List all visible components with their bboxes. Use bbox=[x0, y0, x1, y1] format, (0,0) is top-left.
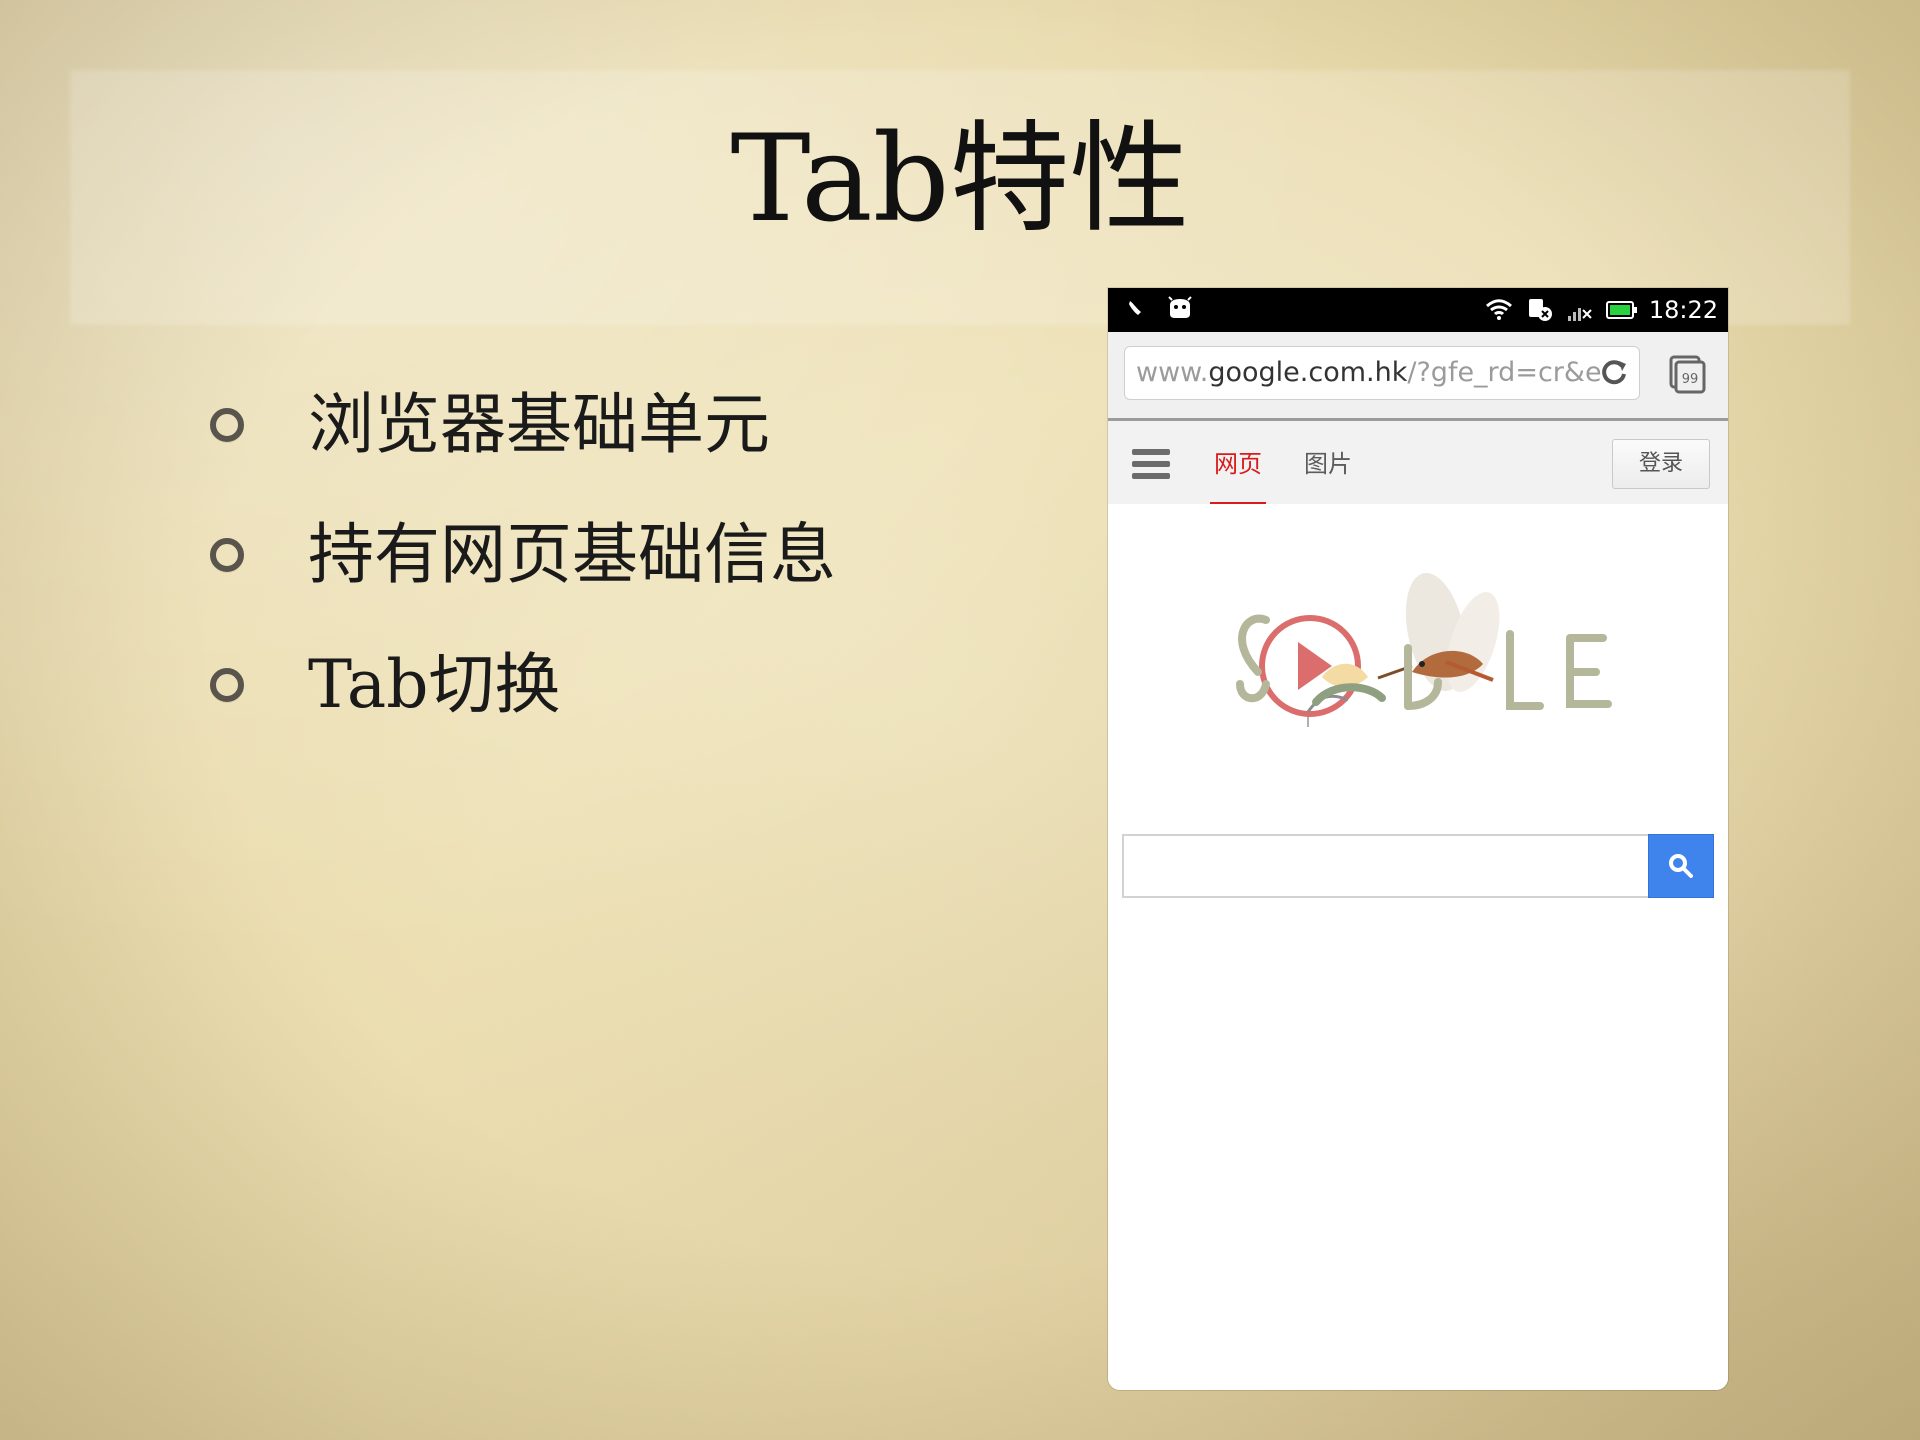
doodle-graphic bbox=[1236, 573, 1612, 727]
google-home-content bbox=[1108, 504, 1728, 1390]
google-nav-bar: 网页 图片 登录 bbox=[1108, 421, 1728, 508]
notification-icon bbox=[1129, 301, 1141, 315]
bullet-circle-icon bbox=[210, 668, 244, 702]
data-off-icon bbox=[1528, 299, 1552, 321]
bullet-list: 浏览器基础单元 持有网页基础信息 Tab切换 bbox=[210, 360, 1070, 750]
search-row bbox=[1122, 834, 1714, 898]
url-path: /?gfe_rd=cr&e bbox=[1407, 357, 1602, 388]
google-doodle[interactable] bbox=[1198, 552, 1638, 792]
url-domain: google.com.hk bbox=[1208, 357, 1408, 388]
phone-screenshot: 18:22 www.google.com.hk/?gfe_rd=cr&e 99 … bbox=[1108, 288, 1728, 1390]
bullet-text: 持有网页基础信息 bbox=[308, 516, 836, 593]
menu-icon[interactable] bbox=[1132, 449, 1170, 479]
status-bar: 18:22 bbox=[1108, 288, 1728, 332]
search-button[interactable] bbox=[1648, 834, 1714, 898]
bullet-text: 浏览器基础单元 bbox=[308, 386, 770, 463]
bullet-circle-icon bbox=[210, 538, 244, 572]
browser-toolbar: www.google.com.hk/?gfe_rd=cr&e 99 bbox=[1108, 332, 1728, 421]
bullet-text: Tab切换 bbox=[308, 646, 561, 723]
wifi-icon bbox=[1485, 299, 1512, 320]
search-icon bbox=[1669, 854, 1693, 878]
address-bar[interactable]: www.google.com.hk/?gfe_rd=cr&e bbox=[1124, 346, 1640, 400]
bullet-circle-icon bbox=[210, 408, 244, 442]
url-prefix: www. bbox=[1136, 357, 1209, 388]
bullet-item: 持有网页基础信息 bbox=[210, 490, 1070, 620]
status-left-icons bbox=[1126, 296, 1196, 320]
bullet-item: Tab切换 bbox=[210, 620, 1070, 750]
tabs-icon: 99 bbox=[1669, 355, 1706, 394]
android-icon bbox=[1168, 296, 1192, 318]
tab-web[interactable]: 网页 bbox=[1210, 421, 1266, 507]
status-time: 18:22 bbox=[1648, 296, 1718, 324]
login-button[interactable]: 登录 bbox=[1612, 439, 1710, 489]
tabs-count: 99 bbox=[1682, 372, 1699, 387]
tab-images[interactable]: 图片 bbox=[1304, 421, 1352, 507]
status-right-icons: 18:22 bbox=[1483, 294, 1718, 326]
signal-icon bbox=[1567, 308, 1592, 321]
reload-icon[interactable] bbox=[1598, 356, 1630, 388]
slide-title: Tab特性 bbox=[730, 110, 1190, 249]
search-input[interactable] bbox=[1122, 834, 1648, 898]
tabs-button[interactable]: 99 bbox=[1666, 352, 1710, 396]
bullet-item: 浏览器基础单元 bbox=[210, 360, 1070, 490]
battery-icon bbox=[1605, 301, 1637, 319]
